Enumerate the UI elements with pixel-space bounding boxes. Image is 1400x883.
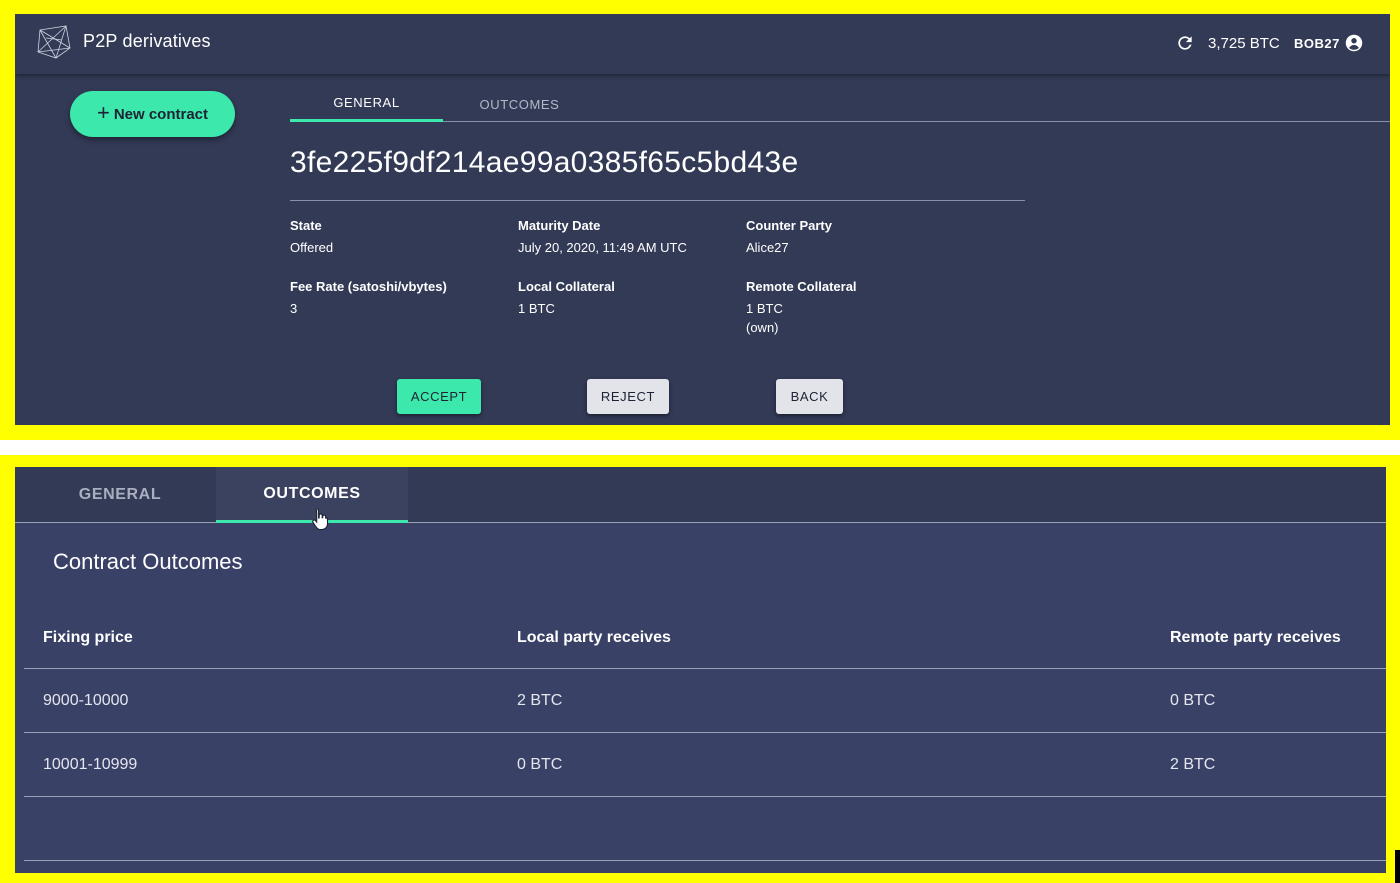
field-note: (own) (746, 320, 779, 335)
contract-outcomes-view: GENERAL OUTCOMES Contract Outcomes Fixin… (15, 467, 1386, 873)
outcomes-table: Fixing price Local party receives Remote… (24, 607, 1386, 861)
field-label: Remote Collateral (746, 279, 857, 294)
field-label: State (290, 218, 322, 233)
top-screenshot-frame: P2P derivatives 3,725 BTC BOB27 + New co… (0, 0, 1400, 440)
outcomes-title: Contract Outcomes (53, 549, 243, 574)
field-value: 1 BTC (746, 301, 783, 316)
divider (290, 200, 1025, 201)
refresh-icon[interactable] (1175, 33, 1195, 53)
table-cell: 9000-10000 (43, 691, 129, 709)
table-empty-row (24, 797, 1386, 861)
field-label: Counter Party (746, 218, 832, 233)
reject-button[interactable]: REJECT (587, 379, 669, 414)
column-header-remote-party: Remote party receives (1170, 628, 1341, 646)
field-label: Fee Rate (satoshi/vbytes) (290, 279, 447, 294)
table-header-row: Fixing price Local party receives Remote… (24, 607, 1386, 669)
column-header-fixing-price: Fixing price (43, 628, 133, 646)
field-state: State Offered (290, 218, 333, 257)
field-label: Maturity Date (518, 218, 601, 233)
table-cell: 2 BTC (517, 691, 563, 709)
contract-tabs: GENERAL OUTCOMES (15, 467, 1386, 531)
column-header-local-party: Local party receives (517, 628, 671, 646)
contract-id: 3fe225f9df214ae99a0385f65c5bd43e (290, 146, 799, 179)
field-value: 1 BTC (518, 301, 555, 316)
tab-general[interactable]: GENERAL (24, 467, 216, 523)
hand-pointer-cursor-icon (312, 508, 329, 531)
bottom-screenshot-frame: GENERAL OUTCOMES Contract Outcomes Fixin… (0, 455, 1400, 883)
app-bar: P2P derivatives 3,725 BTC BOB27 (15, 14, 1390, 74)
field-remote-collateral: Remote Collateral 1 BTC (own) (746, 279, 857, 337)
field-value: Alice27 (746, 240, 789, 255)
table-cell: 2 BTC (1170, 755, 1216, 773)
table-cell: 10001-10999 (43, 755, 138, 773)
table-cell: 0 BTC (517, 755, 563, 773)
edge-marker (1395, 850, 1400, 883)
tab-general[interactable]: GENERAL (290, 86, 443, 122)
field-value: Offered (290, 240, 334, 255)
field-fee-rate: Fee Rate (satoshi/vbytes) 3 (290, 279, 447, 318)
field-counter-party: Counter Party Alice27 (746, 218, 832, 257)
wallet-balance: 3,725 BTC (1208, 35, 1280, 52)
accept-button[interactable]: ACCEPT (397, 379, 481, 414)
tab-outcomes[interactable]: OUTCOMES (443, 86, 596, 122)
table-row: 9000-10000 2 BTC 0 BTC (24, 669, 1386, 733)
field-label: Local Collateral (518, 279, 615, 294)
plus-icon: + (96, 100, 110, 125)
new-contract-button[interactable]: + New contract (70, 91, 235, 137)
app-title: P2P derivatives (83, 31, 211, 51)
table-row: 10001-10999 0 BTC 2 BTC (24, 733, 1386, 797)
field-local-collateral: Local Collateral 1 BTC (518, 279, 615, 318)
field-value: 3 (290, 301, 298, 316)
contract-tabs: GENERAL OUTCOMES (290, 86, 1390, 122)
app-logo-icon (37, 25, 71, 59)
back-button[interactable]: BACK (776, 379, 843, 414)
account-circle-icon[interactable] (1345, 34, 1363, 52)
new-contract-label: New contract (113, 105, 209, 123)
field-value: July 20, 2020, 11:49 AM UTC (518, 240, 687, 255)
contract-general-view: P2P derivatives 3,725 BTC BOB27 + New co… (15, 14, 1390, 425)
table-cell: 0 BTC (1170, 691, 1216, 709)
field-maturity-date: Maturity Date July 20, 2020, 11:49 AM UT… (518, 218, 687, 257)
username[interactable]: BOB27 (1294, 36, 1340, 51)
